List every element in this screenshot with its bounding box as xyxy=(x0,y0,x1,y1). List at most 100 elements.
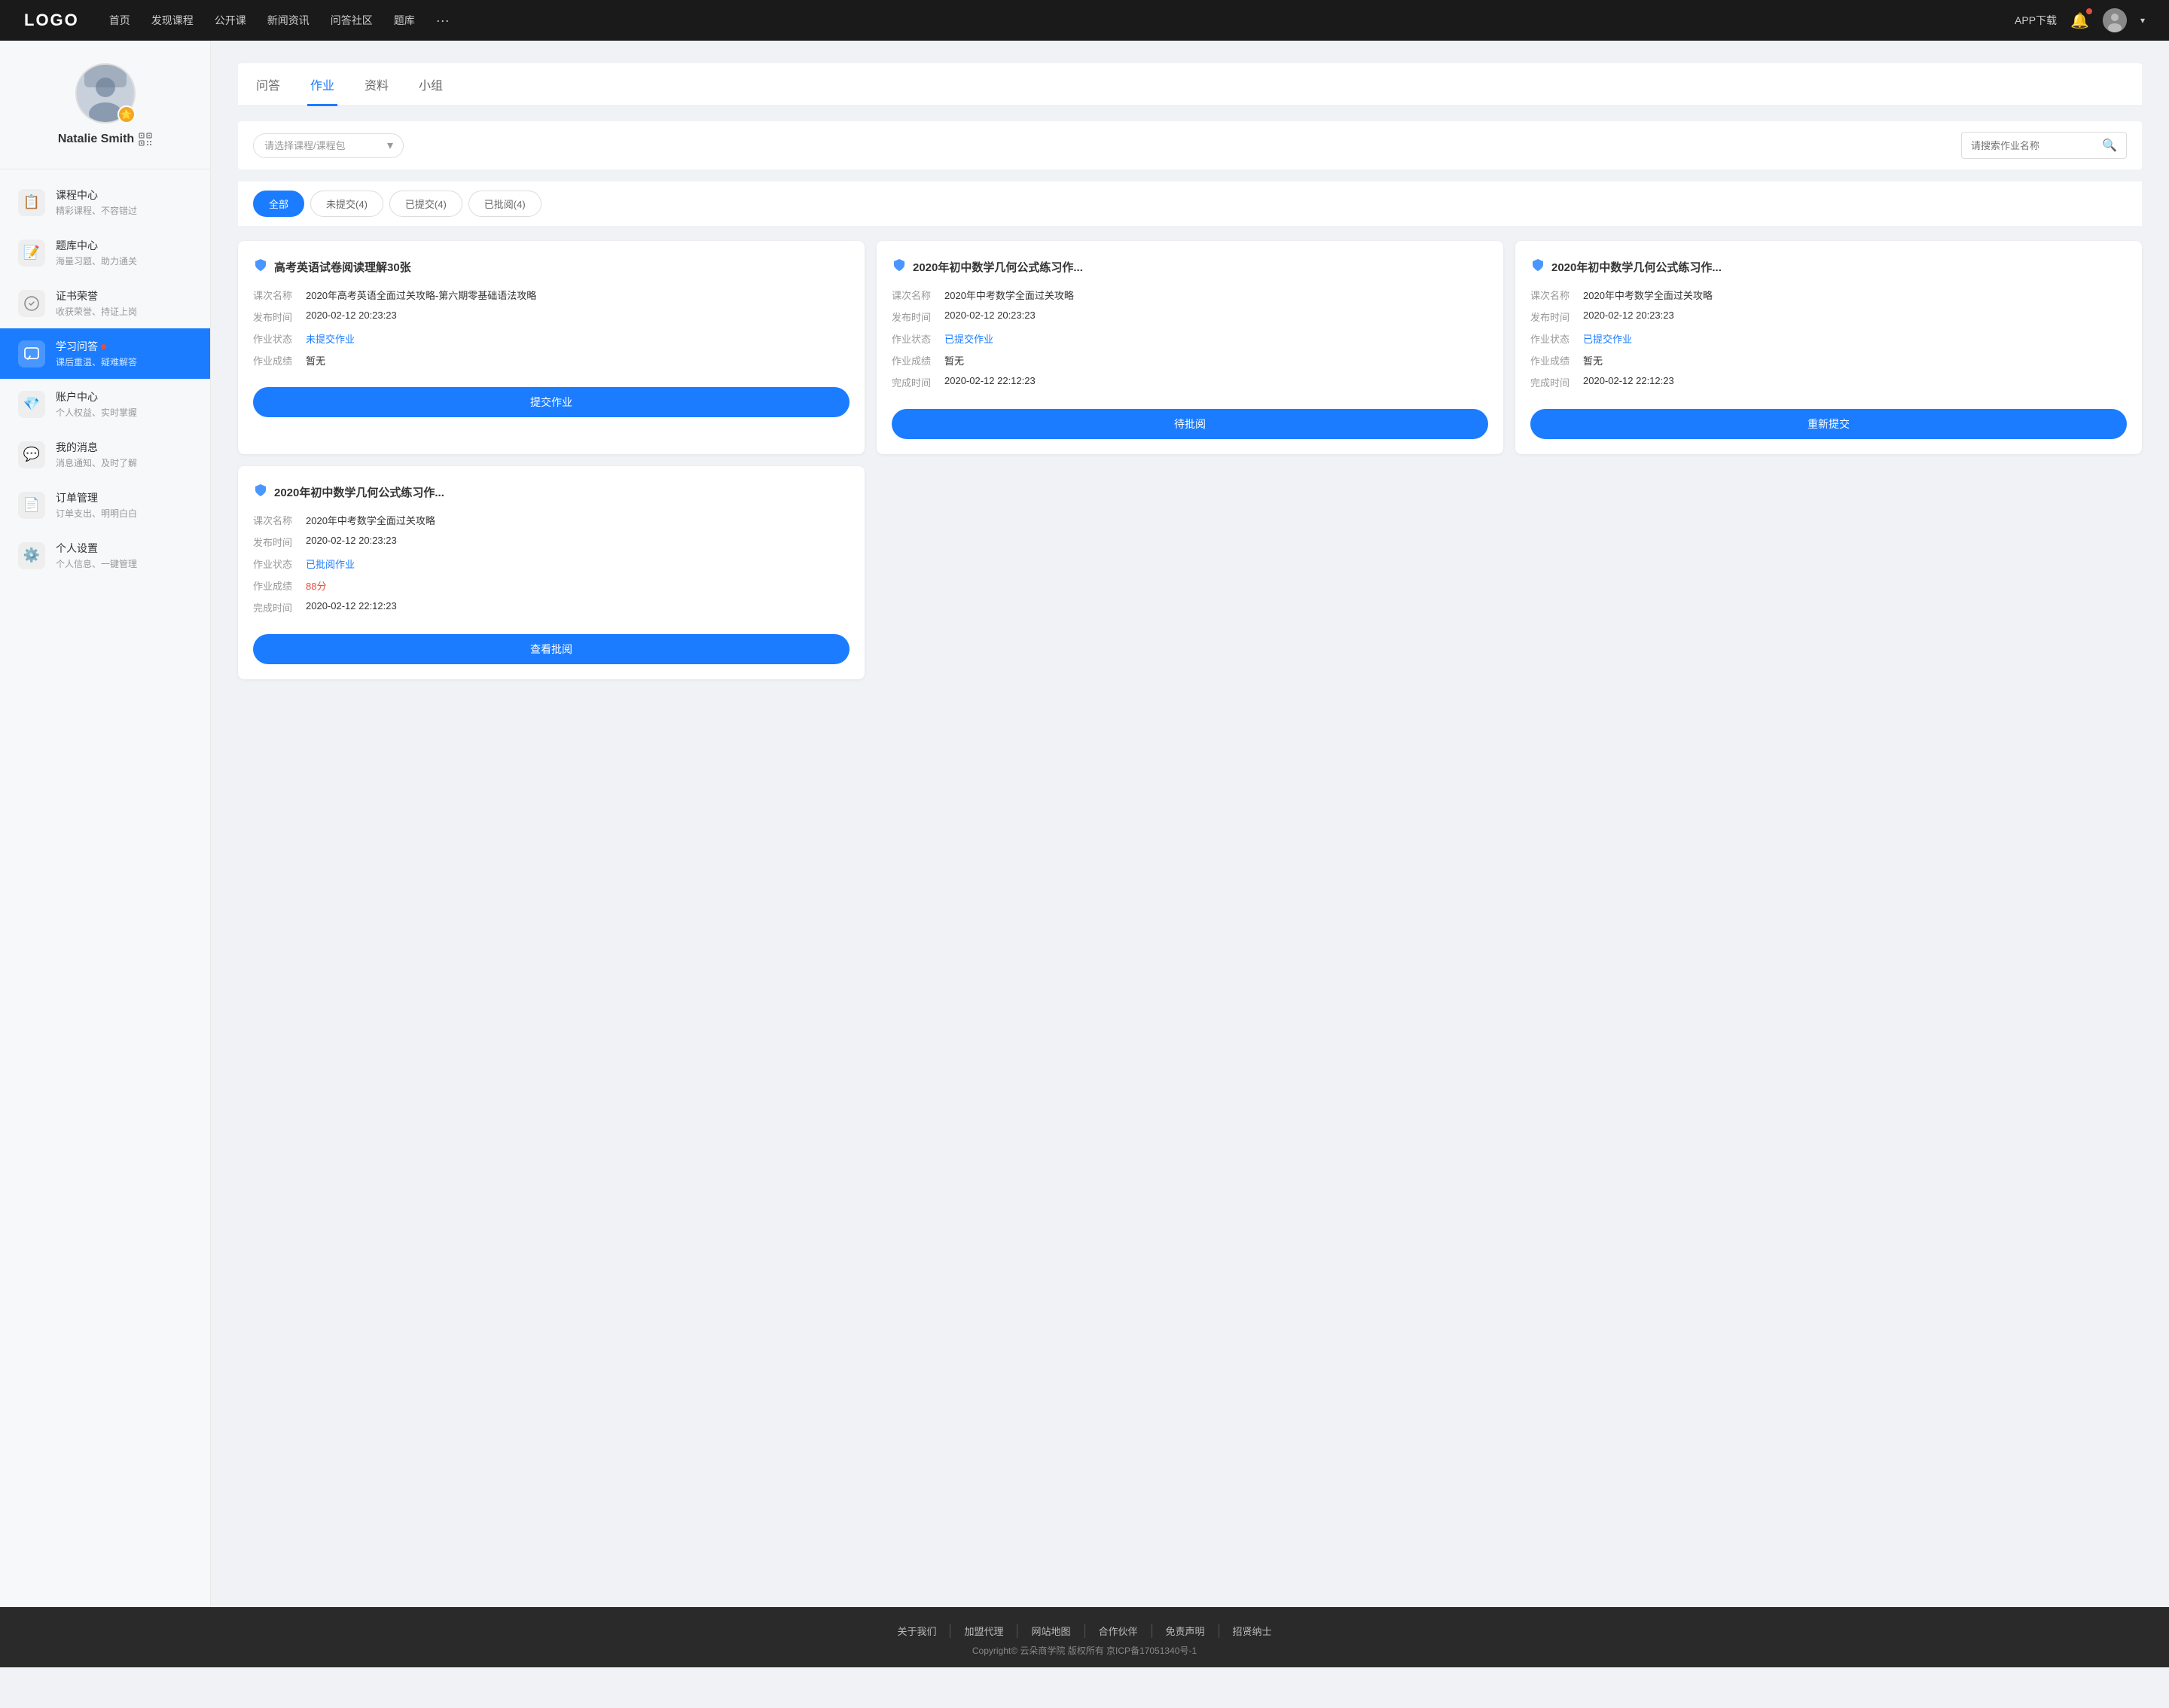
qr-icon[interactable] xyxy=(139,133,152,146)
tab-groups[interactable]: 小组 xyxy=(416,63,446,106)
account-icon: 💎 xyxy=(18,391,45,418)
status-btn-not-submitted[interactable]: 未提交(4) xyxy=(310,191,383,217)
orders-icon: 📄 xyxy=(18,492,45,519)
question-bank-icon: 📝 xyxy=(18,239,45,267)
card-2-title: 2020年初中数学几何公式练习作... xyxy=(892,258,1488,276)
homework-card-1: 高考英语试卷阅读理解30张 课次名称 2020年高考英语全面过关攻略-第六期零基… xyxy=(238,241,865,454)
sidebar-item-orders[interactable]: 📄 订单管理 订单支出、明明白白 xyxy=(0,480,210,530)
nav-more[interactable]: ··· xyxy=(436,13,450,29)
footer-links: 关于我们 加盟代理 网站地图 合作伙伴 免责声明 招贤纳士 xyxy=(0,1624,2169,1638)
card-4-title: 2020年初中数学几何公式练习作... xyxy=(253,483,850,501)
card-4-field-status: 作业状态 已批阅作业 xyxy=(253,557,850,571)
footer-link-hiring[interactable]: 招贤纳士 xyxy=(1219,1624,1286,1638)
sidebar-item-qa[interactable]: 学习问答 课后重温、疑难解答 xyxy=(0,328,210,379)
card-1-field-status: 作业状态 未提交作业 xyxy=(253,331,850,346)
filter-row: 请选择课程/课程包 🔍 xyxy=(238,121,2142,169)
status-btn-reviewed[interactable]: 已批阅(4) xyxy=(468,191,541,217)
qa-subtitle: 课后重温、疑难解答 xyxy=(56,355,137,368)
sidebar-item-settings[interactable]: ⚙️ 个人设置 个人信息、一键管理 xyxy=(0,530,210,581)
course-select-wrapper: 请选择课程/课程包 xyxy=(253,133,404,158)
card-3-field-score: 作业成绩 暂无 xyxy=(1530,353,2127,368)
card-3-field-status: 作业状态 已提交作业 xyxy=(1530,331,2127,346)
nav-discover[interactable]: 发现课程 xyxy=(151,13,194,29)
footer-link-disclaimer[interactable]: 免责声明 xyxy=(1152,1624,1219,1638)
footer-copyright: Copyright© 云朵商学院 版权所有 京ICP备17051340号-1 xyxy=(0,1644,2169,1657)
footer: 关于我们 加盟代理 网站地图 合作伙伴 免责声明 招贤纳士 Copyright©… xyxy=(0,1607,2169,1667)
search-input[interactable] xyxy=(1971,140,2096,151)
top-navigation: LOGO 首页 发现课程 公开课 新闻资讯 问答社区 题库 ··· APP下载 … xyxy=(0,0,2169,41)
settings-title: 个人设置 xyxy=(56,541,137,556)
cards-grid: 高考英语试卷阅读理解30张 课次名称 2020年高考英语全面过关攻略-第六期零基… xyxy=(238,241,2142,679)
app-download[interactable]: APP下载 xyxy=(2015,13,2057,28)
main-container: ⭐ Natalie Smith xyxy=(0,41,2169,1607)
certificate-icon xyxy=(18,290,45,317)
avatar-wrapper: ⭐ xyxy=(75,63,136,124)
question-bank-title: 题库中心 xyxy=(56,238,137,253)
course-select[interactable]: 请选择课程/课程包 xyxy=(253,133,404,158)
settings-subtitle: 个人信息、一键管理 xyxy=(56,557,137,570)
sidebar-item-question-bank[interactable]: 📝 题库中心 海量习题、助力通关 xyxy=(0,227,210,278)
card-2-field-status: 作业状态 已提交作业 xyxy=(892,331,1488,346)
footer-link-partners[interactable]: 合作伙伴 xyxy=(1085,1624,1152,1638)
nav-home[interactable]: 首页 xyxy=(109,13,130,29)
card-3-title: 2020年初中数学几何公式练习作... xyxy=(1530,258,2127,276)
card-2-field-complete: 完成时间 2020-02-12 22:12:23 xyxy=(892,375,1488,389)
notification-bell[interactable]: 🔔 xyxy=(2070,11,2089,30)
nav-avatar[interactable] xyxy=(2103,8,2127,32)
certificate-title: 证书荣誉 xyxy=(56,288,137,303)
settings-icon: ⚙️ xyxy=(18,542,45,569)
tabs-bar: 问答 作业 资料 小组 xyxy=(238,63,2142,106)
card-2-review-btn[interactable]: 待批阅 xyxy=(892,409,1488,439)
nav-question-bank[interactable]: 题库 xyxy=(394,13,415,29)
card-1-submit-btn[interactable]: 提交作业 xyxy=(253,387,850,417)
qa-icon xyxy=(18,340,45,368)
search-icon[interactable]: 🔍 xyxy=(2102,138,2117,153)
nav-chevron-icon[interactable]: ▾ xyxy=(2140,15,2145,26)
sidebar-item-course-center[interactable]: 📋 课程中心 精彩课程、不容错过 xyxy=(0,177,210,227)
card-3-shield-icon xyxy=(1530,258,1545,276)
status-filter: 全部 未提交(4) 已提交(4) 已批阅(4) xyxy=(238,181,2142,226)
sidebar: ⭐ Natalie Smith xyxy=(0,41,211,1607)
sidebar-item-certificate[interactable]: 证书荣誉 收获荣誉、持证上岗 xyxy=(0,278,210,328)
sidebar-item-account[interactable]: 💎 账户中心 个人权益、实时掌握 xyxy=(0,379,210,429)
tab-homework[interactable]: 作业 xyxy=(307,63,337,106)
orders-title: 订单管理 xyxy=(56,490,137,505)
card-1-shield-icon xyxy=(253,258,268,276)
status-btn-all[interactable]: 全部 xyxy=(253,191,304,217)
status-btn-submitted[interactable]: 已提交(4) xyxy=(389,191,462,217)
question-bank-subtitle: 海量习题、助力通关 xyxy=(56,255,137,267)
card-4-field-time: 发布时间 2020-02-12 20:23:23 xyxy=(253,535,850,549)
course-center-title: 课程中心 xyxy=(56,188,137,203)
nav-qa[interactable]: 问答社区 xyxy=(331,13,373,29)
homework-card-4: 2020年初中数学几何公式练习作... 课次名称 2020年中考数学全面过关攻略… xyxy=(238,466,865,679)
nav-links: 首页 发现课程 公开课 新闻资讯 问答社区 题库 ··· xyxy=(109,13,2015,29)
card-4-field-complete: 完成时间 2020-02-12 22:12:23 xyxy=(253,600,850,615)
messages-subtitle: 消息通知、及时了解 xyxy=(56,456,137,469)
nav-open-course[interactable]: 公开课 xyxy=(215,13,246,29)
card-3-resubmit-btn[interactable]: 重新提交 xyxy=(1530,409,2127,439)
nav-right: APP下载 🔔 ▾ xyxy=(2015,8,2145,32)
card-2-field-score: 作业成绩 暂无 xyxy=(892,353,1488,368)
account-subtitle: 个人权益、实时掌握 xyxy=(56,406,137,419)
card-3-field-course: 课次名称 2020年中考数学全面过关攻略 xyxy=(1530,288,2127,302)
card-1-field-time: 发布时间 2020-02-12 20:23:23 xyxy=(253,310,850,324)
footer-link-franchise[interactable]: 加盟代理 xyxy=(950,1624,1017,1638)
avatar-vip-badge: ⭐ xyxy=(117,105,136,124)
homework-card-3: 2020年初中数学几何公式练习作... 课次名称 2020年中考数学全面过关攻略… xyxy=(1515,241,2142,454)
sidebar-item-messages[interactable]: 💬 我的消息 消息通知、及时了解 xyxy=(0,429,210,480)
card-2-field-time: 发布时间 2020-02-12 20:23:23 xyxy=(892,310,1488,324)
footer-link-sitemap[interactable]: 网站地图 xyxy=(1017,1624,1084,1638)
card-2-shield-icon xyxy=(892,258,907,276)
orders-subtitle: 订单支出、明明白白 xyxy=(56,507,137,520)
nav-news[interactable]: 新闻资讯 xyxy=(267,13,310,29)
tab-qa[interactable]: 问答 xyxy=(253,63,283,106)
profile-name: Natalie Smith xyxy=(15,133,195,146)
notification-badge xyxy=(2086,8,2092,14)
card-1-title: 高考英语试卷阅读理解30张 xyxy=(253,258,850,276)
tab-materials[interactable]: 资料 xyxy=(362,63,392,106)
footer-link-about[interactable]: 关于我们 xyxy=(883,1624,950,1638)
qa-title: 学习问答 xyxy=(56,339,137,354)
card-4-view-btn[interactable]: 查看批阅 xyxy=(253,634,850,664)
logo[interactable]: LOGO xyxy=(24,11,79,30)
course-center-subtitle: 精彩课程、不容错过 xyxy=(56,204,137,217)
